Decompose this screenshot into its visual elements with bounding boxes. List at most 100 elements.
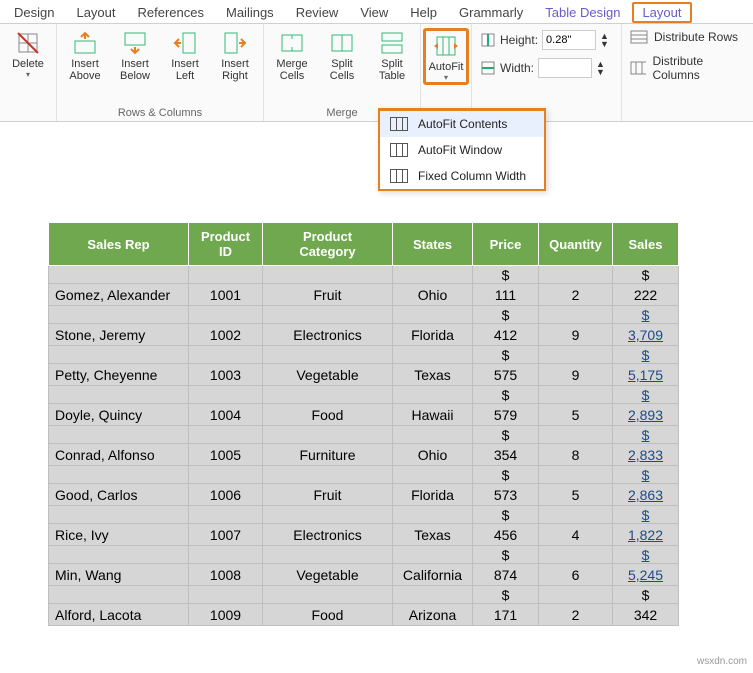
category-cell: Electronics — [263, 325, 392, 345]
insert-left-icon — [172, 30, 198, 56]
table-row[interactable]: $$ — [49, 586, 679, 604]
spinner-icon[interactable]: ▲▼ — [600, 32, 609, 48]
table-row[interactable]: $$ — [49, 266, 679, 284]
quantity-cell: 4 — [539, 525, 612, 545]
table-row[interactable]: Stone, Jeremy1002ElectronicsFlorida41293… — [49, 324, 679, 346]
price-cell: 111 — [473, 285, 538, 305]
currency-cell: $ — [473, 466, 539, 484]
tab-view[interactable]: View — [350, 2, 398, 23]
table-row[interactable]: Good, Carlos1006FruitFlorida57352,863 — [49, 484, 679, 506]
currency-cell: $ — [473, 266, 539, 284]
height-icon — [480, 32, 496, 48]
split-cells-button[interactable]: Split Cells — [320, 28, 364, 82]
col-category[interactable]: Product Category — [263, 223, 393, 266]
merge-cells-button[interactable]: Merge Cells — [270, 28, 314, 82]
currency-cell: $ — [613, 386, 679, 404]
table-row[interactable]: $$ — [49, 506, 679, 524]
spinner-icon[interactable]: ▲▼ — [596, 60, 605, 76]
quantity-cell: 5 — [539, 405, 612, 425]
col-product-id[interactable]: Product ID — [189, 223, 263, 266]
table-row[interactable]: Min, Wang1008VegetableCalifornia87465,24… — [49, 564, 679, 586]
insert-above-button[interactable]: Insert Above — [63, 28, 107, 82]
col-sales[interactable]: Sales — [613, 223, 679, 266]
distribute-columns-button[interactable]: Distribute Columns — [630, 54, 745, 82]
product-id-cell: 1002 — [189, 325, 262, 345]
product-id-cell: 1005 — [189, 445, 262, 465]
price-cell: 354 — [473, 445, 538, 465]
tab-table-design[interactable]: Table Design — [535, 2, 630, 23]
insert-below-button[interactable]: Insert Below — [113, 28, 157, 82]
table-header-row: Sales Rep Product ID Product Category St… — [49, 223, 679, 266]
insert-right-button[interactable]: Insert Right — [213, 28, 257, 82]
sales-rep-cell: Min, Wang — [49, 565, 188, 585]
autofit-contents-item[interactable]: AutoFit Contents — [380, 111, 544, 137]
quantity-cell: 9 — [539, 325, 612, 345]
tab-help[interactable]: Help — [400, 2, 447, 23]
tab-layout[interactable]: Layout — [66, 2, 125, 23]
currency-cell: $ — [473, 426, 539, 444]
sales-cell: 2,833 — [613, 445, 678, 465]
data-table[interactable]: Sales Rep Product ID Product Category St… — [48, 222, 679, 626]
state-cell: Texas — [393, 525, 472, 545]
table-row[interactable]: $$ — [49, 346, 679, 364]
col-price[interactable]: Price — [473, 223, 539, 266]
distribute-rows-button[interactable]: Distribute Rows — [630, 30, 745, 44]
autofit-button[interactable]: AutoFit ▾ — [423, 28, 469, 85]
tab-table-layout[interactable]: Layout — [632, 2, 691, 23]
quantity-cell: 9 — [539, 365, 612, 385]
category-cell: Vegetable — [263, 365, 392, 385]
tab-review[interactable]: Review — [286, 2, 349, 23]
width-icon — [480, 60, 496, 76]
state-cell: Florida — [393, 485, 472, 505]
sales-rep-cell: Conrad, Alfonso — [49, 445, 188, 465]
price-cell: 412 — [473, 325, 538, 345]
autofit-window-item[interactable]: AutoFit Window — [380, 137, 544, 163]
tab-mailings[interactable]: Mailings — [216, 2, 284, 23]
quantity-cell: 6 — [539, 565, 612, 585]
sales-rep-cell: Good, Carlos — [49, 485, 188, 505]
table-row[interactable]: Doyle, Quincy1004FoodHawaii57952,893 — [49, 404, 679, 426]
tab-references[interactable]: References — [128, 2, 214, 23]
table-row[interactable]: Rice, Ivy1007ElectronicsTexas45641,822 — [49, 524, 679, 546]
currency-cell: $ — [473, 586, 539, 604]
state-cell: Texas — [393, 365, 472, 385]
category-cell: Vegetable — [263, 565, 392, 585]
quantity-cell: 2 — [539, 605, 612, 625]
currency-cell: $ — [613, 266, 679, 284]
state-cell: Florida — [393, 325, 472, 345]
ribbon-tabs: Design Layout References Mailings Review… — [0, 0, 753, 24]
col-quantity[interactable]: Quantity — [539, 223, 613, 266]
distribute-rows-icon — [630, 30, 648, 44]
tab-grammarly[interactable]: Grammarly — [449, 2, 533, 23]
table-row[interactable]: $$ — [49, 546, 679, 564]
insert-left-button[interactable]: Insert Left — [163, 28, 207, 82]
col-states[interactable]: States — [393, 223, 473, 266]
width-input[interactable] — [538, 58, 592, 78]
delete-button[interactable]: Delete ▾ — [6, 28, 50, 79]
currency-cell: $ — [473, 386, 539, 404]
product-id-cell: 1007 — [189, 525, 262, 545]
insert-right-icon — [222, 30, 248, 56]
quantity-cell: 5 — [539, 485, 612, 505]
table-row[interactable]: $$ — [49, 386, 679, 404]
table-row[interactable]: $$ — [49, 426, 679, 444]
height-input[interactable] — [542, 30, 596, 50]
table-row[interactable]: Alford, Lacota1009FoodArizona1712342 — [49, 604, 679, 626]
autofit-icon — [433, 33, 459, 59]
category-cell: Fruit — [263, 485, 392, 505]
table-row[interactable]: $$ — [49, 306, 679, 324]
quantity-cell: 2 — [539, 285, 612, 305]
fixed-column-width-item[interactable]: Fixed Column Width — [380, 163, 544, 189]
table-row[interactable]: Petty, Cheyenne1003VegetableTexas57595,1… — [49, 364, 679, 386]
tab-design[interactable]: Design — [4, 2, 64, 23]
table-row[interactable]: Gomez, Alexander1001FruitOhio1112222 — [49, 284, 679, 306]
category-cell: Food — [263, 605, 392, 625]
split-table-button[interactable]: Split Table — [370, 28, 414, 82]
table-row[interactable]: $$ — [49, 466, 679, 484]
sales-rep-cell: Petty, Cheyenne — [49, 365, 188, 385]
state-cell: Ohio — [393, 285, 472, 305]
col-sales-rep[interactable]: Sales Rep — [49, 223, 189, 266]
cell-size-group: Height: ▲▼ Width: ▲▼ — [472, 24, 622, 121]
table-row[interactable]: Conrad, Alfonso1005FurnitureOhio35482,83… — [49, 444, 679, 466]
category-cell: Electronics — [263, 525, 392, 545]
